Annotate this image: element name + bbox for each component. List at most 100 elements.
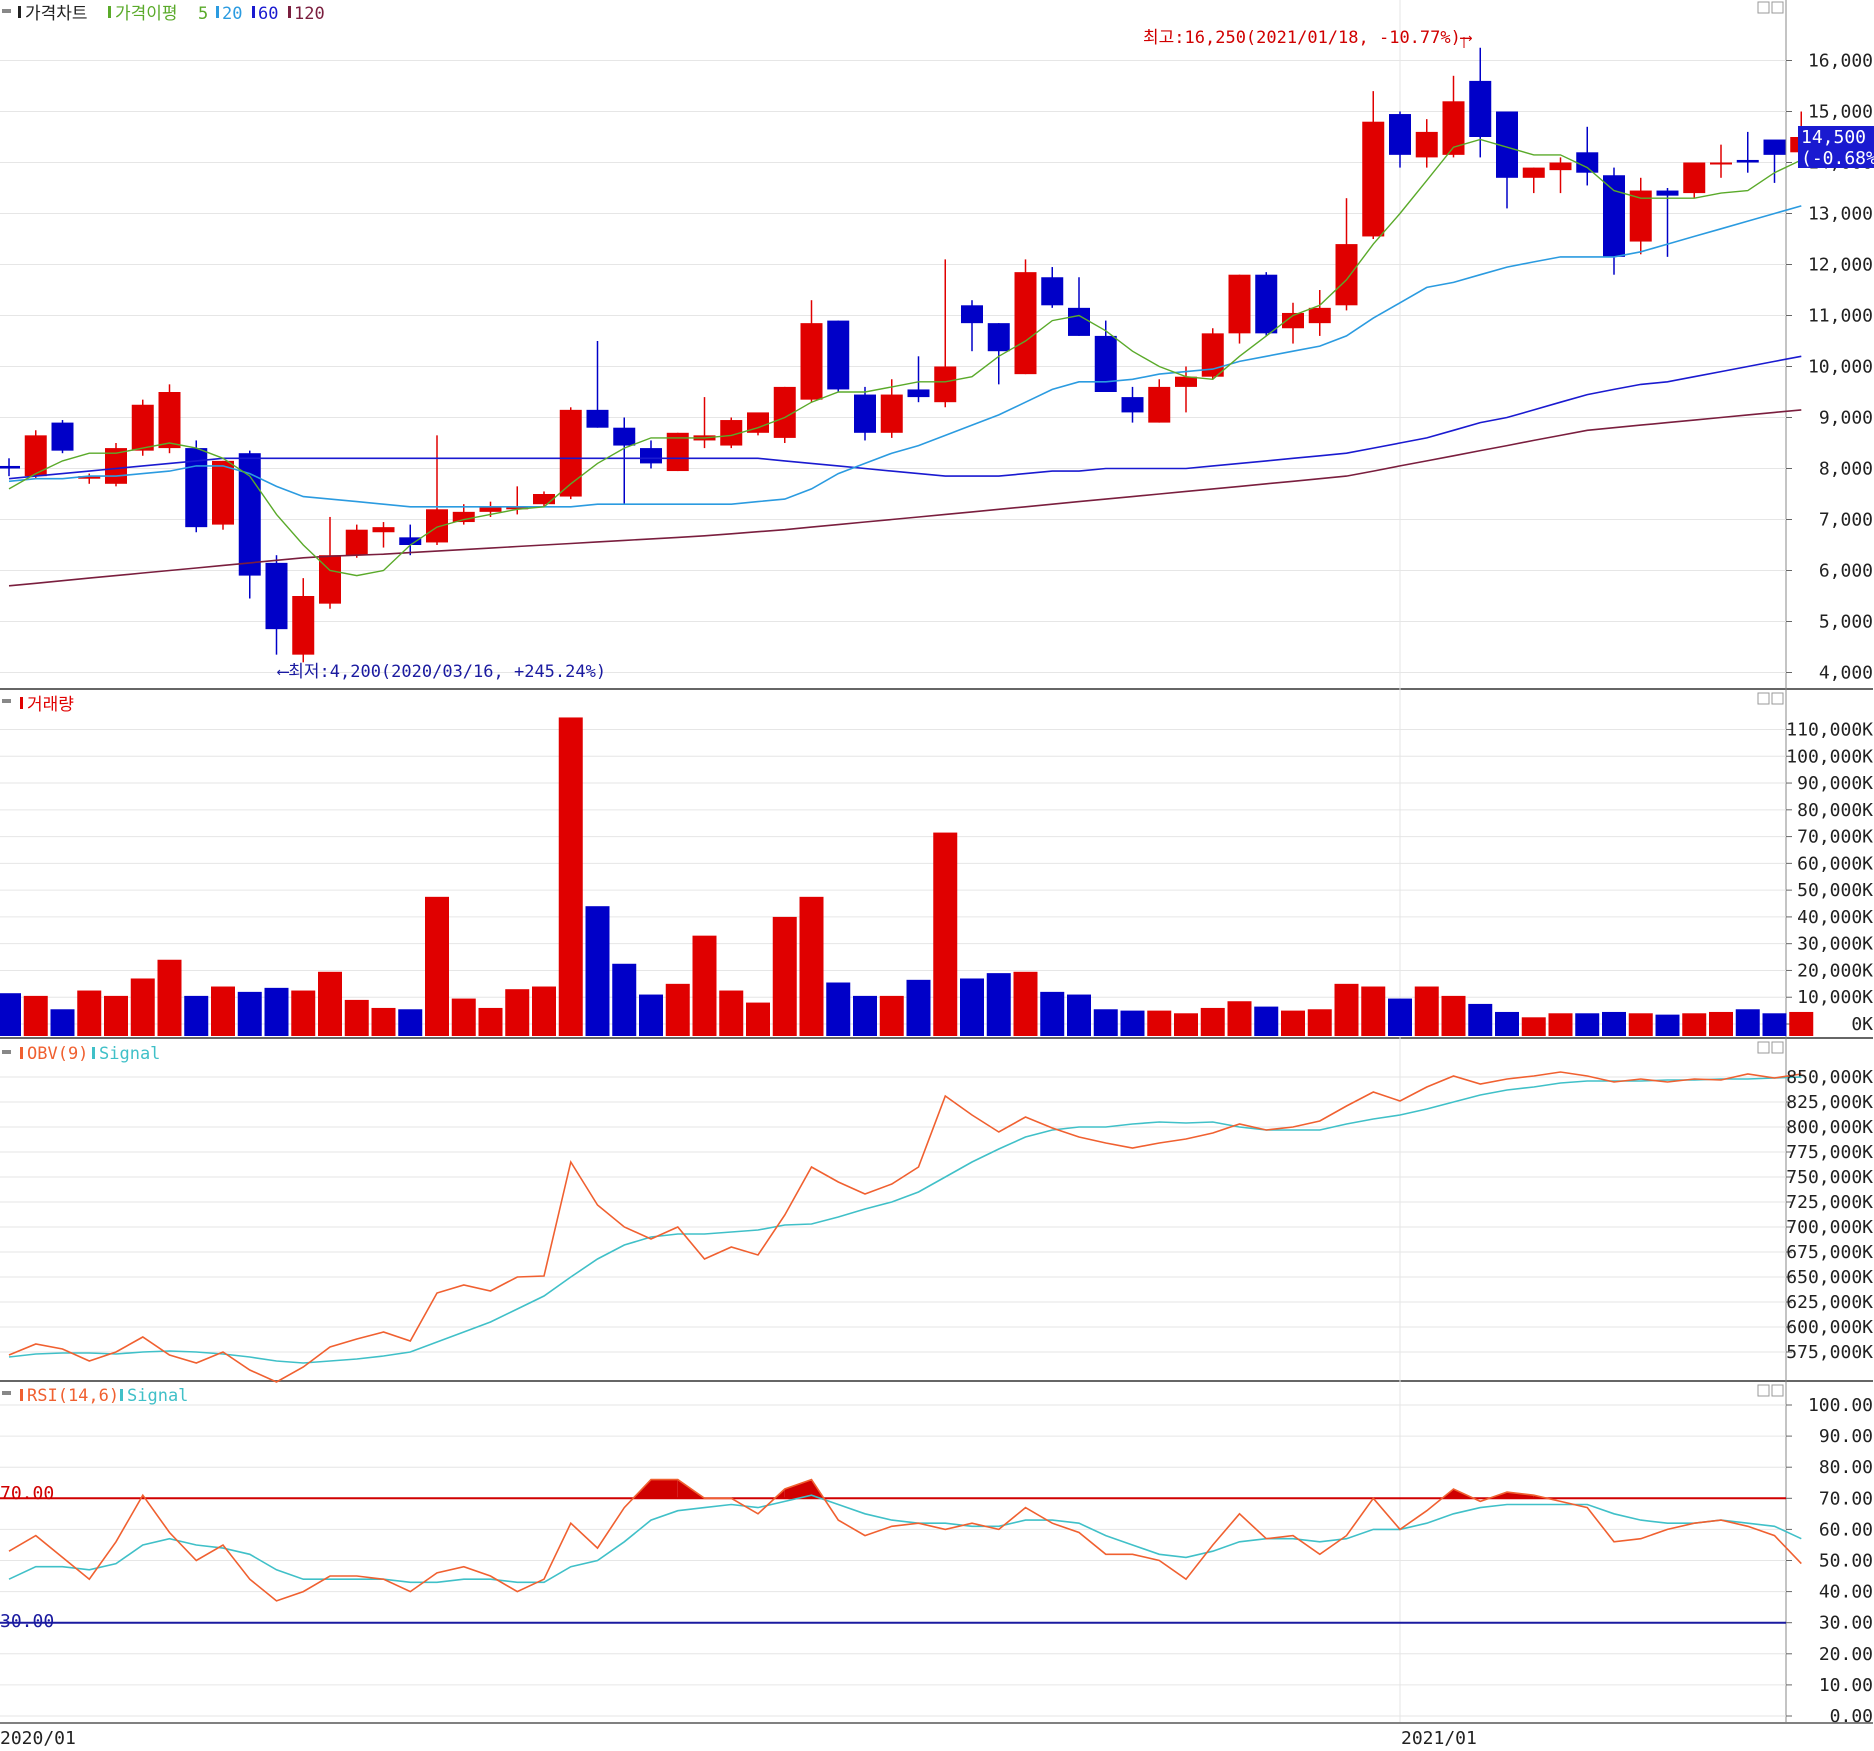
candle-body xyxy=(265,562,288,630)
rsi-upper-label: 70.00 xyxy=(0,1483,54,1504)
volume-bar xyxy=(211,986,235,1036)
volume-bar xyxy=(1120,1010,1145,1036)
volume-bar xyxy=(879,995,904,1036)
close-icon[interactable] xyxy=(1771,1041,1784,1054)
candle-body xyxy=(1656,190,1679,196)
volume-bar xyxy=(1735,1009,1760,1036)
current-price-change: (-0.68%) xyxy=(1801,148,1874,169)
panel-handle-icon[interactable] xyxy=(2,1050,11,1054)
candle-body xyxy=(1308,307,1331,324)
y-tick-label: 625,000K xyxy=(1786,1292,1873,1313)
y-tick-label: 70.00 xyxy=(1819,1488,1873,1509)
volume-bar xyxy=(1334,983,1359,1036)
candle-body xyxy=(0,465,20,469)
legend-marker-icon xyxy=(18,6,21,18)
y-tick-label: 70,000K xyxy=(1797,827,1873,848)
volume-bar xyxy=(1441,995,1466,1036)
obv-panel-title: OBV(9) xyxy=(27,1044,88,1064)
volume-bar xyxy=(1254,1006,1279,1036)
y-tick-label: 50.00 xyxy=(1819,1551,1873,1572)
candle-body xyxy=(1469,80,1492,137)
rsi-panel-title: RSI(14,6) xyxy=(27,1386,119,1406)
volume-bar xyxy=(1147,1010,1172,1036)
volume-bar xyxy=(1200,1007,1225,1036)
panel-handle-icon[interactable] xyxy=(2,699,11,703)
volume-bar xyxy=(130,978,155,1036)
close-icon[interactable] xyxy=(1771,1384,1784,1397)
volume-bar xyxy=(1762,1013,1787,1036)
panel-handle-icon[interactable] xyxy=(2,9,11,13)
y-tick-label: 30.00 xyxy=(1819,1613,1873,1634)
price-panel-title: 가격차트 xyxy=(25,4,88,24)
volume-bar xyxy=(1468,1003,1493,1036)
candle-body xyxy=(426,509,448,543)
y-tick-label: 10,000K xyxy=(1797,987,1873,1008)
candle-body xyxy=(1549,162,1572,171)
volume-bar xyxy=(1227,1001,1252,1036)
y-tick-label: 750,000K xyxy=(1786,1167,1873,1188)
close-icon[interactable] xyxy=(1771,1,1784,14)
candle-body xyxy=(1522,167,1545,178)
chart-marks xyxy=(0,37,1814,1624)
y-tick-label: 7,000 xyxy=(1819,510,1873,531)
current-price-tag: 14,500 (-0.68%) xyxy=(1798,126,1874,169)
rsi-signal-title: Signal xyxy=(127,1386,188,1406)
volume-panel-title: 거래량 xyxy=(27,695,74,715)
candle-body xyxy=(51,422,74,451)
obv-signal-title: Signal xyxy=(99,1044,160,1064)
high-annotation: 최고:16,250(2021/01/18, -10.77%)⟶ xyxy=(1143,28,1473,48)
candle-body xyxy=(613,427,636,446)
volume-bar xyxy=(1548,1013,1573,1036)
volume-bar xyxy=(344,999,369,1036)
volume-bar xyxy=(1709,1011,1733,1036)
volume-bar xyxy=(0,993,21,1036)
y-tick-label: 775,000K xyxy=(1786,1142,1873,1163)
panel-handle-icon[interactable] xyxy=(2,1391,11,1395)
rsi-panel-controls xyxy=(1757,1384,1784,1397)
candle-body xyxy=(1041,277,1064,306)
minimize-icon[interactable] xyxy=(1757,1041,1770,1054)
volume-bar xyxy=(558,717,583,1036)
volume-bar xyxy=(1495,1011,1519,1036)
y-tick-label: 800,000K xyxy=(1786,1117,1873,1138)
chart-canvas: 4,000 5,000 6,000 7,000 8,000 9,000 10,000 11,0… xyxy=(0,0,1874,1749)
volume-bar xyxy=(933,832,958,1036)
volume-bar xyxy=(478,1007,503,1036)
volume-bar xyxy=(50,1009,75,1036)
volume-bar xyxy=(1388,998,1412,1036)
volume-bar xyxy=(639,994,663,1036)
y-tick-label: 575,000K xyxy=(1786,1342,1873,1363)
candle-body xyxy=(1255,274,1278,334)
volume-bar xyxy=(1602,1011,1626,1036)
y-tick-label: 40.00 xyxy=(1819,1582,1873,1603)
y-tick-label: 825,000K xyxy=(1786,1092,1873,1113)
minimize-icon[interactable] xyxy=(1757,1384,1770,1397)
y-tick-label: 100.00 xyxy=(1808,1395,1873,1416)
volume-bar xyxy=(612,963,637,1036)
volume-bar xyxy=(291,990,316,1036)
y-tick-label: 30,000K xyxy=(1797,934,1873,955)
minimize-icon[interactable] xyxy=(1757,1,1770,14)
candle-body xyxy=(987,323,1010,352)
close-icon[interactable] xyxy=(1771,692,1784,705)
price-panel-header: 가격차트 가격이평 5 20 60 120 xyxy=(2,4,325,24)
candle-body xyxy=(1763,139,1786,155)
candle-body xyxy=(1175,376,1197,387)
candle-body xyxy=(880,394,903,433)
y-tick-label: 20,000K xyxy=(1797,960,1873,981)
y-tick-label: 16,000 xyxy=(1808,51,1873,72)
minimize-icon[interactable] xyxy=(1757,692,1770,705)
current-price-value: 14,500 xyxy=(1801,127,1866,148)
volume-bar xyxy=(451,998,476,1036)
y-tick-label: 60,000K xyxy=(1797,853,1873,874)
volume-bar xyxy=(532,986,556,1036)
volume-bar xyxy=(1093,1009,1118,1036)
y-tick-label: 675,000K xyxy=(1786,1242,1873,1263)
candle-body xyxy=(452,511,475,523)
volume-bar xyxy=(264,987,289,1036)
panel-controls xyxy=(1757,1,1784,1397)
candle-body xyxy=(1362,121,1385,237)
volume-bar xyxy=(826,982,851,1036)
y-tick-label: 50,000K xyxy=(1797,880,1873,901)
y-tick-label: 5,000 xyxy=(1819,612,1873,633)
